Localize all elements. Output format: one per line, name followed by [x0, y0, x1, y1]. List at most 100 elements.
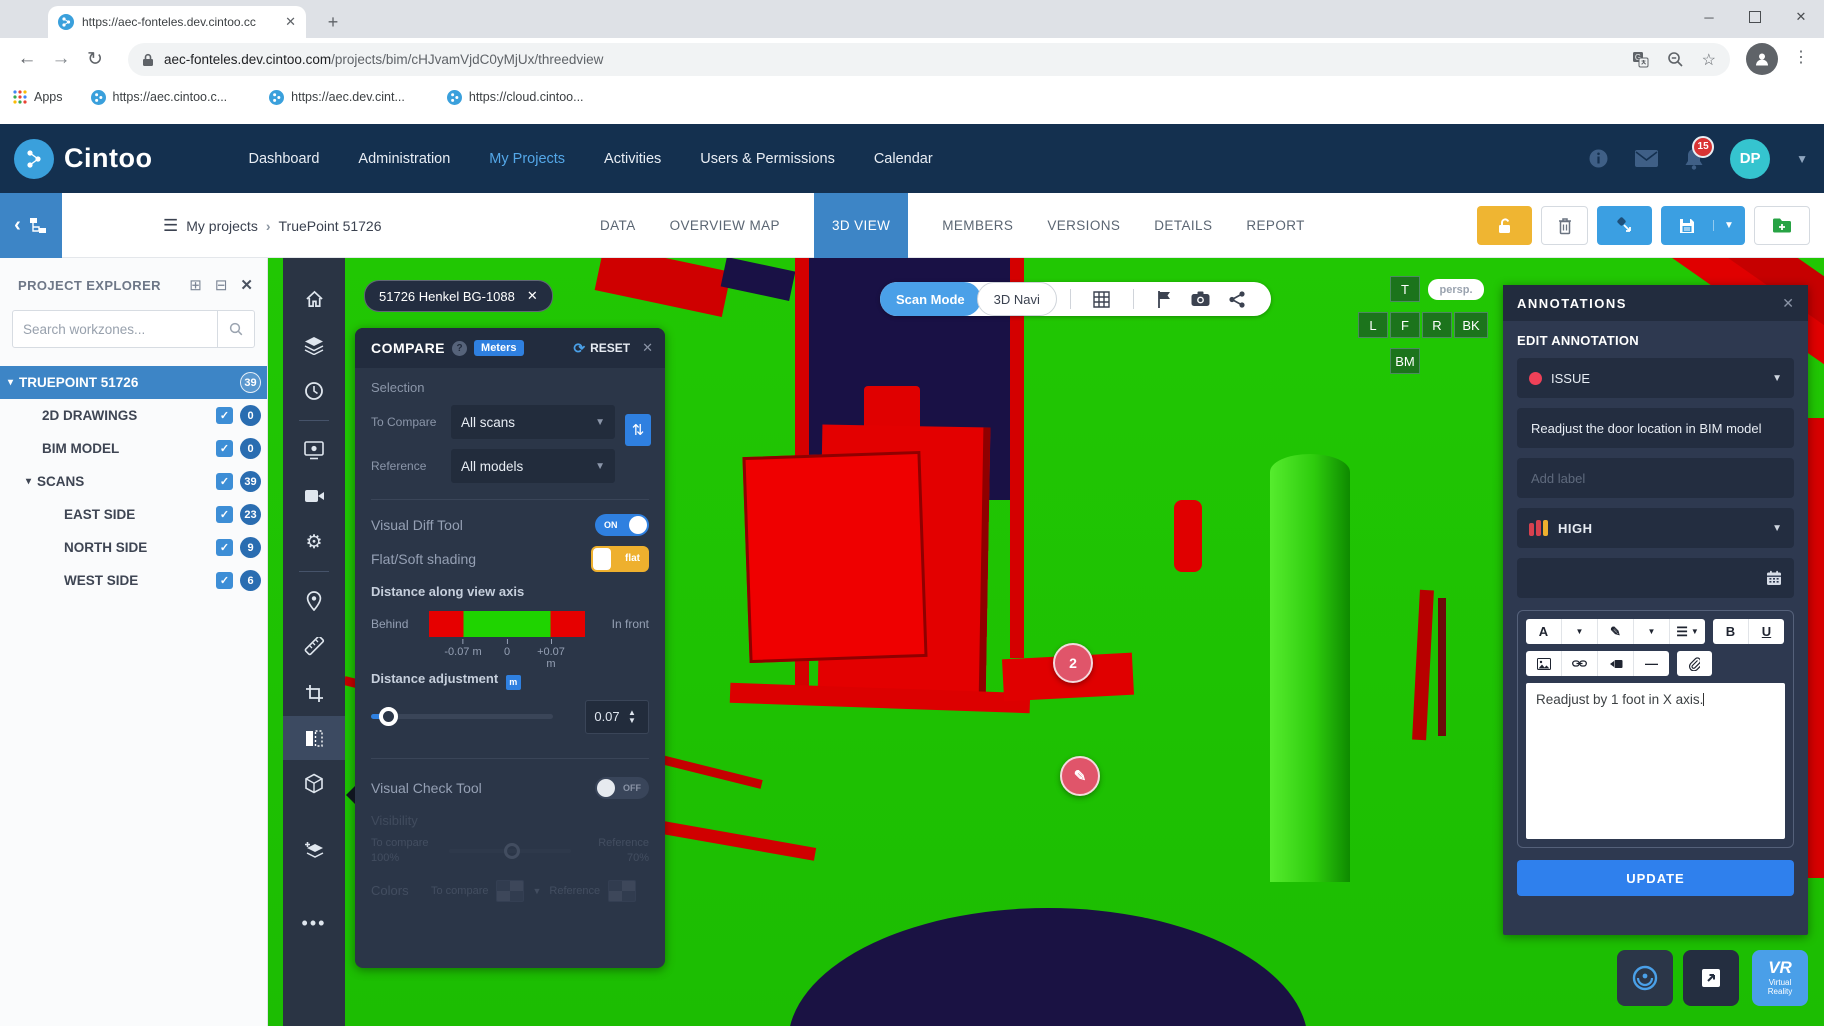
delete-button[interactable]: [1541, 206, 1588, 245]
distance-adjustment-slider[interactable]: [371, 714, 553, 719]
translate-icon[interactable]: G: [1632, 51, 1649, 68]
tree-item-north-side[interactable]: NORTH SIDE ✓ 9: [0, 531, 267, 564]
workzone-tag[interactable]: 51726 Henkel BG-1088 ✕: [364, 280, 553, 312]
help-icon[interactable]: ?: [452, 341, 467, 356]
share-icon[interactable]: [1225, 291, 1249, 308]
close-explorer-icon[interactable]: ✕: [240, 276, 253, 294]
more-ellipsis-icon[interactable]: •••: [283, 900, 345, 946]
history-icon[interactable]: [283, 368, 345, 414]
to-compare-select[interactable]: All scans▼: [451, 405, 615, 439]
annotation-marker-edit[interactable]: ✎: [1060, 756, 1100, 796]
tab-data[interactable]: DATA: [600, 218, 636, 233]
caret-down-icon[interactable]: ▾: [8, 377, 13, 388]
screen-settings-icon[interactable]: [283, 427, 345, 473]
tree-item-east-side[interactable]: EAST SIDE ✓ 23: [0, 498, 267, 531]
annotations-close-icon[interactable]: ✕: [1782, 295, 1794, 312]
annotation-title-input[interactable]: [1529, 420, 1782, 437]
caret-down-icon[interactable]: ▾: [26, 476, 31, 487]
bold-button[interactable]: B: [1713, 619, 1749, 644]
plug-connect-button[interactable]: [1597, 206, 1652, 245]
viewcube-bottom[interactable]: BM: [1390, 348, 1420, 374]
viewcube-top[interactable]: T: [1390, 276, 1420, 302]
scan-mode-button[interactable]: Scan Mode: [880, 282, 981, 316]
tree-item-scans[interactable]: ▾ SCANS ✓ 39: [0, 465, 267, 498]
viewcube-right[interactable]: R: [1422, 312, 1452, 338]
annotation-priority-select[interactable]: HIGH ▼: [1517, 508, 1794, 548]
update-button[interactable]: UPDATE: [1517, 860, 1794, 896]
info-icon[interactable]: [1588, 148, 1609, 169]
insert-video-button[interactable]: [1598, 651, 1634, 676]
visibility-checkbox[interactable]: ✓: [216, 572, 233, 589]
brand-name[interactable]: Cintoo: [64, 143, 152, 174]
nav-users-permissions[interactable]: Users & Permissions: [700, 151, 835, 167]
3d-navi-button[interactable]: 3D Navi: [977, 282, 1057, 316]
unlock-button[interactable]: [1477, 206, 1532, 245]
visibility-checkbox[interactable]: ✓: [216, 440, 233, 457]
breadcrumb-root[interactable]: My projects: [186, 218, 258, 234]
perspective-toggle[interactable]: persp.: [1428, 279, 1484, 300]
browser-tab[interactable]: https://aec-fonteles.dev.cintoo.cc ✕: [48, 6, 306, 38]
reload-button[interactable]: ↻: [78, 42, 112, 76]
calendar-icon[interactable]: [1766, 570, 1782, 586]
cintoo-logo[interactable]: [14, 139, 54, 179]
save-view-button[interactable]: ▼: [1661, 206, 1745, 245]
underline-button[interactable]: U: [1749, 619, 1784, 644]
horizontal-rule-button[interactable]: —: [1634, 651, 1669, 676]
font-dropdown-icon[interactable]: ▼: [1562, 619, 1598, 644]
forward-button[interactable]: →: [44, 42, 78, 76]
settings-gear-icon[interactable]: ⚙: [283, 519, 345, 565]
ruler-icon[interactable]: [283, 624, 345, 670]
nav-administration[interactable]: Administration: [358, 151, 450, 167]
visual-diff-toggle[interactable]: ON: [595, 514, 649, 536]
slider-knob[interactable]: [379, 707, 398, 726]
window-close-button[interactable]: ✕: [1778, 0, 1824, 34]
attach-file-button[interactable]: [1677, 651, 1712, 676]
font-button[interactable]: A: [1526, 619, 1562, 644]
nav-activities[interactable]: Activities: [604, 151, 661, 167]
visibility-checkbox[interactable]: ✓: [216, 473, 233, 490]
video-camera-icon[interactable]: [283, 473, 345, 519]
nav-dashboard[interactable]: Dashboard: [248, 151, 319, 167]
add-folder-button[interactable]: [1754, 206, 1810, 245]
viewcube-back[interactable]: BK: [1454, 312, 1488, 338]
window-maximize-button[interactable]: [1732, 0, 1778, 34]
search-icon[interactable]: [217, 311, 254, 347]
annotation-type-select[interactable]: ISSUE ▼: [1517, 358, 1794, 398]
viewcube-left[interactable]: L: [1358, 312, 1388, 338]
insert-link-button[interactable]: [1562, 651, 1598, 676]
collapse-all-icon[interactable]: ⊟: [215, 276, 228, 294]
swap-selection-button[interactable]: ⇅: [625, 414, 651, 446]
tab-details[interactable]: DETAILS: [1154, 218, 1212, 233]
compare-diff-icon[interactable]: [283, 716, 345, 760]
back-to-projects-button[interactable]: ‹: [0, 193, 62, 258]
browser-profile-avatar[interactable]: [1746, 43, 1778, 75]
compare-close-icon[interactable]: ✕: [642, 340, 653, 356]
annotation-label-input[interactable]: [1529, 470, 1782, 487]
workzone-tag-close-icon[interactable]: ✕: [527, 288, 538, 304]
apps-shortcut[interactable]: Apps: [13, 90, 63, 104]
insert-image-button[interactable]: [1526, 651, 1562, 676]
chevron-down-icon[interactable]: ▼: [1796, 152, 1808, 166]
step-down-icon[interactable]: ▼: [628, 717, 636, 725]
map-pin-icon[interactable]: [283, 578, 345, 624]
bookmark-item[interactable]: https://aec.dev.cint...: [269, 90, 405, 105]
tab-versions[interactable]: VERSIONS: [1047, 218, 1120, 233]
cube-3d-icon[interactable]: [283, 760, 345, 806]
nav-my-projects[interactable]: My Projects: [489, 151, 565, 167]
tab-close-icon[interactable]: ✕: [285, 14, 296, 30]
virtual-reality-button[interactable]: VR VirtualReality: [1752, 950, 1808, 1006]
reference-select[interactable]: All models▼: [451, 449, 615, 483]
distance-value-input[interactable]: [586, 708, 628, 725]
fullscreen-button[interactable]: [1683, 950, 1739, 1006]
reset-button[interactable]: ⟳RESET: [573, 340, 630, 357]
zoom-out-icon[interactable]: [1667, 51, 1684, 68]
new-tab-button[interactable]: +: [320, 9, 346, 35]
tab-members[interactable]: MEMBERS: [942, 218, 1013, 233]
breadcrumb-project[interactable]: TruePoint 51726: [279, 218, 382, 234]
color-brush-button[interactable]: ✎: [1598, 619, 1634, 644]
viewcube-front[interactable]: F: [1390, 312, 1420, 338]
camera-icon[interactable]: [1189, 291, 1213, 307]
nav-calendar[interactable]: Calendar: [874, 151, 933, 167]
address-bar[interactable]: aec-fonteles.dev.cintoo.com/projects/bim…: [128, 43, 1730, 76]
annotation-date-field[interactable]: [1517, 558, 1794, 598]
